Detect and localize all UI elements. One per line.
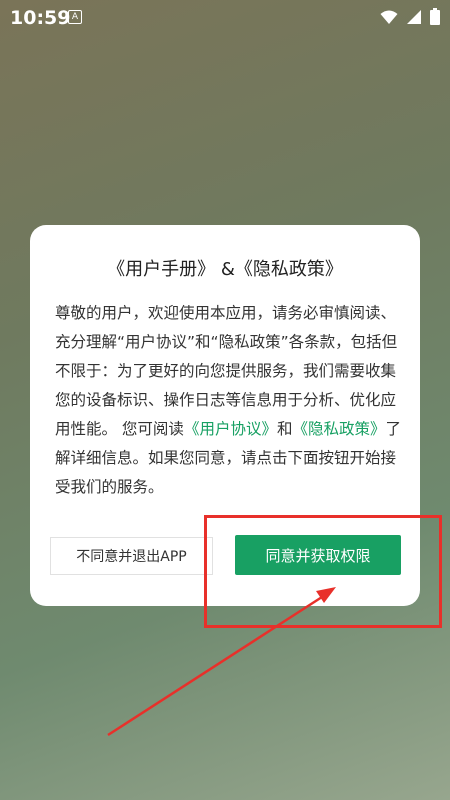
privacy-policy-link[interactable]: 《隐私政策》 — [292, 420, 385, 438]
accept-permissions-button[interactable]: 同意并获取权限 — [235, 535, 401, 575]
dialog-body: 尊敬的用户，欢迎使用本应用，请务必审慎阅读、充分理解“用户协议”和“隐私政策”各… — [55, 299, 407, 502]
body-text-part1: 尊敬的用户，欢迎使用本应用，请务必审慎阅读、充分理解“用户协议”和“隐私政策”各… — [55, 304, 398, 438]
status-time: 10:59 — [10, 7, 71, 29]
system-icons — [380, 8, 440, 25]
dialog-title: 《用户手册》 &《隐私政策》 — [107, 259, 343, 280]
battery-icon — [430, 8, 440, 25]
user-agreement-link[interactable]: 《用户协议》 — [184, 420, 277, 438]
decline-exit-button[interactable]: 不同意并退出APP — [50, 537, 213, 575]
consent-dialog: 《用户手册》 &《隐私政策》 尊敬的用户，欢迎使用本应用，请务必审慎阅读、充分理… — [30, 225, 420, 606]
wifi-icon — [380, 10, 398, 24]
signal-icon — [407, 9, 421, 24]
and-text: 和 — [276, 420, 293, 438]
status-bar: 10:59 A — [0, 0, 450, 34]
notification-icon: A — [68, 10, 82, 24]
